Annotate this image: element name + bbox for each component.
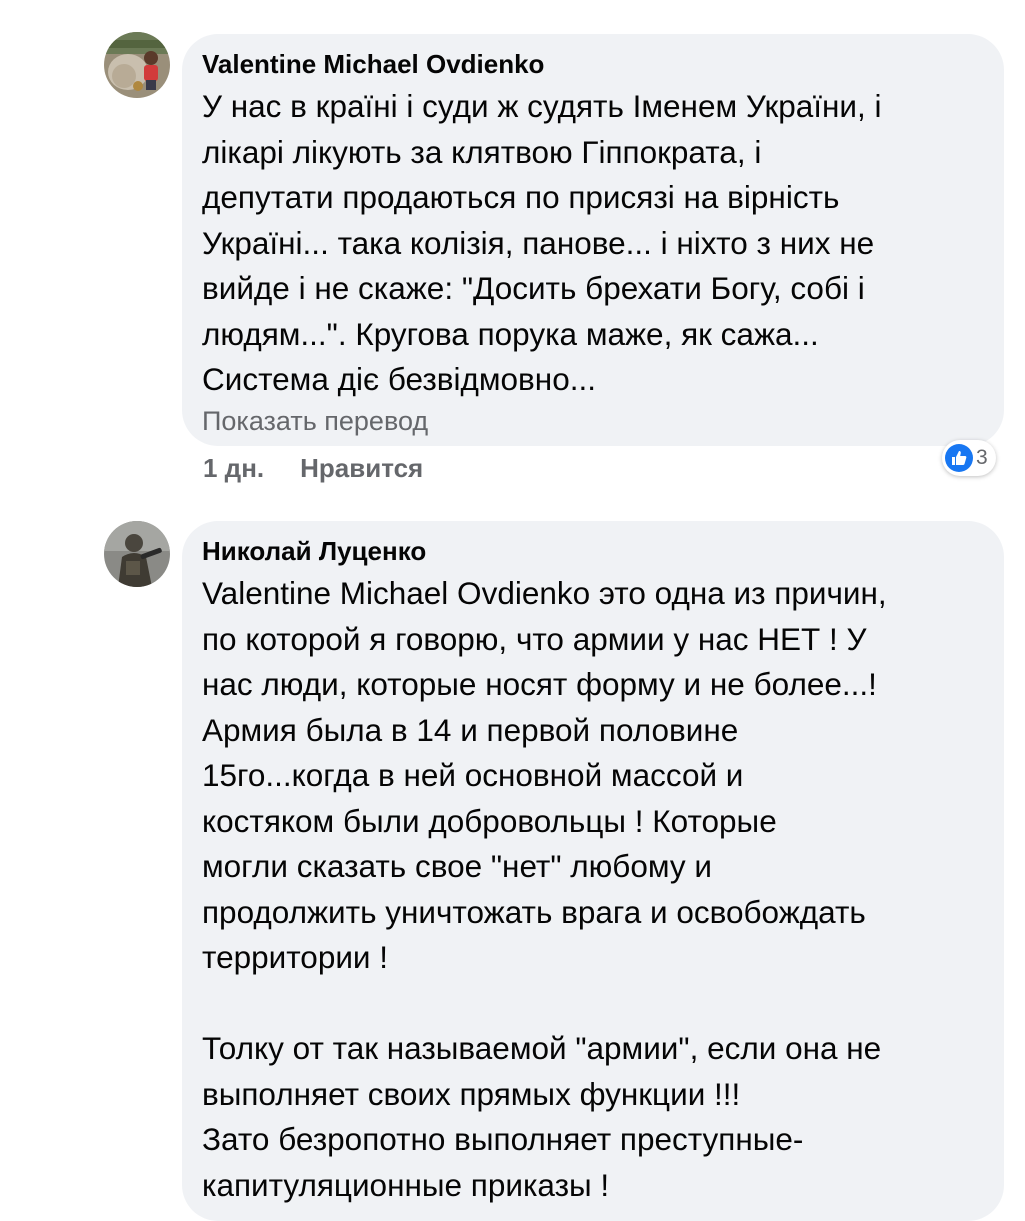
comment-author[interactable]: Valentine Michael Ovdienko [202,48,984,80]
show-translation-link[interactable]: Показать перевод [202,405,984,437]
comment-bubble: Valentine Michael Ovdienko У нас в країн… [182,34,1004,446]
reaction-summary[interactable]: 3 [942,440,996,476]
like-button[interactable]: Нравится [300,453,423,484]
comment-actions: 1 дн. Нравится [203,453,423,484]
comment-timestamp[interactable]: 1 дн. [203,453,264,484]
reaction-count: 3 [976,446,988,469]
avatar-photo [104,521,170,587]
avatar-photo [104,32,170,98]
comment-text: У нас в країні і суди ж судять Іменем Ук… [202,88,882,397]
like-icon [945,444,973,472]
comment-bubble: Николай Луценко Valentine Michael Ovdien… [182,521,1004,1221]
comment-text: Valentine Michael Ovdienko это одна из п… [202,575,887,1203]
avatar[interactable] [104,521,170,587]
comment-author[interactable]: Николай Луценко [202,535,984,567]
avatar[interactable] [104,32,170,98]
